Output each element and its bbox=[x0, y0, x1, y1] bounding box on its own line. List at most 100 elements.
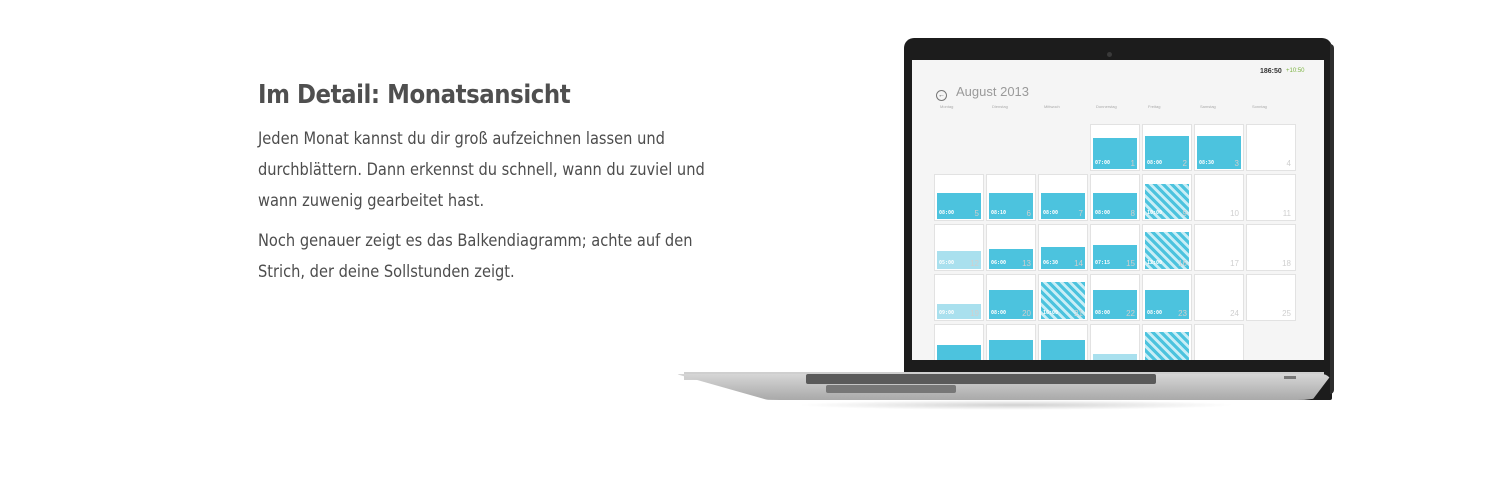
hours-bar bbox=[1041, 340, 1085, 360]
day-number: 7 bbox=[1078, 209, 1083, 218]
calendar-day[interactable]: 07:15 15 bbox=[1090, 224, 1140, 271]
day-number: 29 bbox=[1126, 359, 1135, 360]
weekday-label: Montag bbox=[940, 104, 954, 109]
hours-label: 08:00 bbox=[939, 210, 955, 216]
day-number: 22 bbox=[1126, 309, 1135, 318]
calendar-day[interactable]: 08:00 2 bbox=[1142, 124, 1192, 171]
day-number: 5 bbox=[974, 209, 979, 218]
weekday-label: Donnerstag bbox=[1096, 104, 1117, 109]
calendar-day[interactable]: 08:30 3 bbox=[1194, 124, 1244, 171]
calendar-day[interactable]: 04:0029 bbox=[1090, 324, 1140, 360]
hours-label: 06:30 bbox=[1043, 260, 1059, 266]
day-number: 17 bbox=[1230, 259, 1239, 268]
weekday-label: Dienstag bbox=[992, 104, 1008, 109]
camera bbox=[1107, 52, 1112, 57]
weekday-label: Sonntag bbox=[1252, 104, 1267, 109]
day-number: 20 bbox=[1022, 309, 1031, 318]
hours-label: 05:00 bbox=[939, 260, 955, 266]
day-number: 3 bbox=[1234, 159, 1239, 168]
section-title: Im Detail: Monatsansicht bbox=[258, 80, 571, 110]
calendar-day[interactable]: 17 bbox=[1194, 224, 1244, 271]
calendar-day[interactable]: 08:0028 bbox=[1038, 324, 1088, 360]
hours-label: 07:15 bbox=[1095, 260, 1111, 266]
day-number: 18 bbox=[1282, 259, 1291, 268]
month-title: August 2013 bbox=[956, 84, 1030, 99]
usb-ports bbox=[1284, 376, 1296, 379]
calendar-day[interactable]: 08:00 8 bbox=[1090, 174, 1140, 221]
calendar-day[interactable]: 08:00 23 bbox=[1142, 274, 1192, 321]
back-arrow-icon[interactable]: ← bbox=[936, 90, 947, 101]
day-number: 28 bbox=[1074, 359, 1083, 360]
day-number: 27 bbox=[1022, 359, 1031, 360]
keyboard bbox=[806, 374, 1156, 384]
calendar-day[interactable]: 10 bbox=[1194, 174, 1244, 221]
total-hours: 186:50 bbox=[1260, 68, 1282, 75]
day-number: 1 bbox=[1130, 159, 1135, 168]
day-number: 15 bbox=[1126, 259, 1135, 268]
hours-bar bbox=[989, 340, 1033, 360]
day-number: 11 bbox=[1282, 209, 1291, 218]
hours-label: 08:00 bbox=[1147, 160, 1163, 166]
day-number: 10 bbox=[1230, 209, 1239, 218]
calendar-day[interactable]: 16:00 21 bbox=[1038, 274, 1088, 321]
calendar-day[interactable]: 06:30 14 bbox=[1038, 224, 1088, 271]
day-number: 8 bbox=[1130, 209, 1135, 218]
hours-label: 06:00 bbox=[991, 260, 1007, 266]
calendar-day[interactable]: 08:00 20 bbox=[986, 274, 1036, 321]
calendar-day[interactable]: 31 bbox=[1194, 324, 1244, 360]
day-number: 24 bbox=[1230, 309, 1239, 318]
laptop-illustration: ← August 2013 186:50 +10:50 Montag Dienst… bbox=[676, 36, 1336, 431]
paragraph-2: Noch genauer zeigt es das Balkendiagramm… bbox=[258, 231, 693, 282]
hours-label: 07:00 bbox=[1095, 160, 1111, 166]
day-number: 23 bbox=[1178, 309, 1187, 318]
hours-difference: +10:50 bbox=[1286, 68, 1305, 74]
calendar-day[interactable]: 06:00 13 bbox=[986, 224, 1036, 271]
hours-label: 08:00 bbox=[1147, 310, 1163, 316]
calendar-day[interactable]: 12:00 16 bbox=[1142, 224, 1192, 271]
calendar-day[interactable]: 08:00 22 bbox=[1090, 274, 1140, 321]
paragraph-1: Jeden Monat kannst du dir groß aufzeichn… bbox=[258, 129, 705, 211]
day-number: 30 bbox=[1178, 359, 1187, 360]
calendar-day[interactable]: 05:00 12 bbox=[934, 224, 984, 271]
day-number: 25 bbox=[1282, 309, 1291, 318]
hours-label: 08:10 bbox=[991, 210, 1007, 216]
hours-bar bbox=[937, 345, 981, 360]
calendar-day[interactable]: 07:00 1 bbox=[1090, 124, 1140, 171]
weekday-label: Freitag bbox=[1148, 104, 1161, 109]
calendar-day[interactable]: 07:1526 bbox=[934, 324, 984, 360]
day-number: 14 bbox=[1074, 259, 1083, 268]
day-number: 19 bbox=[970, 309, 979, 318]
hours-label: 08:00 bbox=[1095, 310, 1111, 316]
calendar-day[interactable]: 08:10 6 bbox=[986, 174, 1036, 221]
weekday-label: Mittwoch bbox=[1044, 104, 1060, 109]
calendar-day[interactable]: 25 bbox=[1246, 274, 1296, 321]
hours-label: 16:00 bbox=[1043, 310, 1059, 316]
hours-label: 12:00 bbox=[1147, 260, 1163, 266]
calendar-day[interactable]: 18 bbox=[1246, 224, 1296, 271]
laptop-shadow bbox=[796, 400, 1236, 410]
calendar-day[interactable]: 08:0027 bbox=[986, 324, 1036, 360]
hours-label: 08:00 bbox=[991, 310, 1007, 316]
touchpad bbox=[826, 385, 956, 393]
hours-label: 08:30 bbox=[1199, 160, 1215, 166]
hours-bar bbox=[1145, 332, 1189, 360]
calendar-day[interactable]: 10:00 9 bbox=[1142, 174, 1192, 221]
calendar-day[interactable]: 24 bbox=[1194, 274, 1244, 321]
day-number: 13 bbox=[1022, 259, 1031, 268]
hours-label: 08:00 bbox=[1043, 210, 1059, 216]
hours-label: 08:00 bbox=[1095, 210, 1111, 216]
hours-label: 10:00 bbox=[1147, 210, 1163, 216]
calendar-day[interactable]: 08:00 5 bbox=[934, 174, 984, 221]
calendar-day[interactable]: 09:00 19 bbox=[934, 274, 984, 321]
weekday-label: Samstag bbox=[1200, 104, 1216, 109]
calendar-day[interactable]: 11 bbox=[1246, 174, 1296, 221]
month-calendar: Montag Dienstag Mittwoch Donnerstag Freitag S… bbox=[934, 104, 1306, 360]
hours-label: 09:00 bbox=[939, 310, 955, 316]
day-number: 9 bbox=[1182, 209, 1187, 218]
day-number: 6 bbox=[1026, 209, 1031, 218]
calendar-day[interactable]: 4 bbox=[1246, 124, 1296, 171]
calendar-day[interactable]: 13:0030 bbox=[1142, 324, 1192, 360]
day-number: 2 bbox=[1182, 159, 1187, 168]
day-number: 31 bbox=[1230, 359, 1239, 360]
calendar-day[interactable]: 08:00 7 bbox=[1038, 174, 1088, 221]
